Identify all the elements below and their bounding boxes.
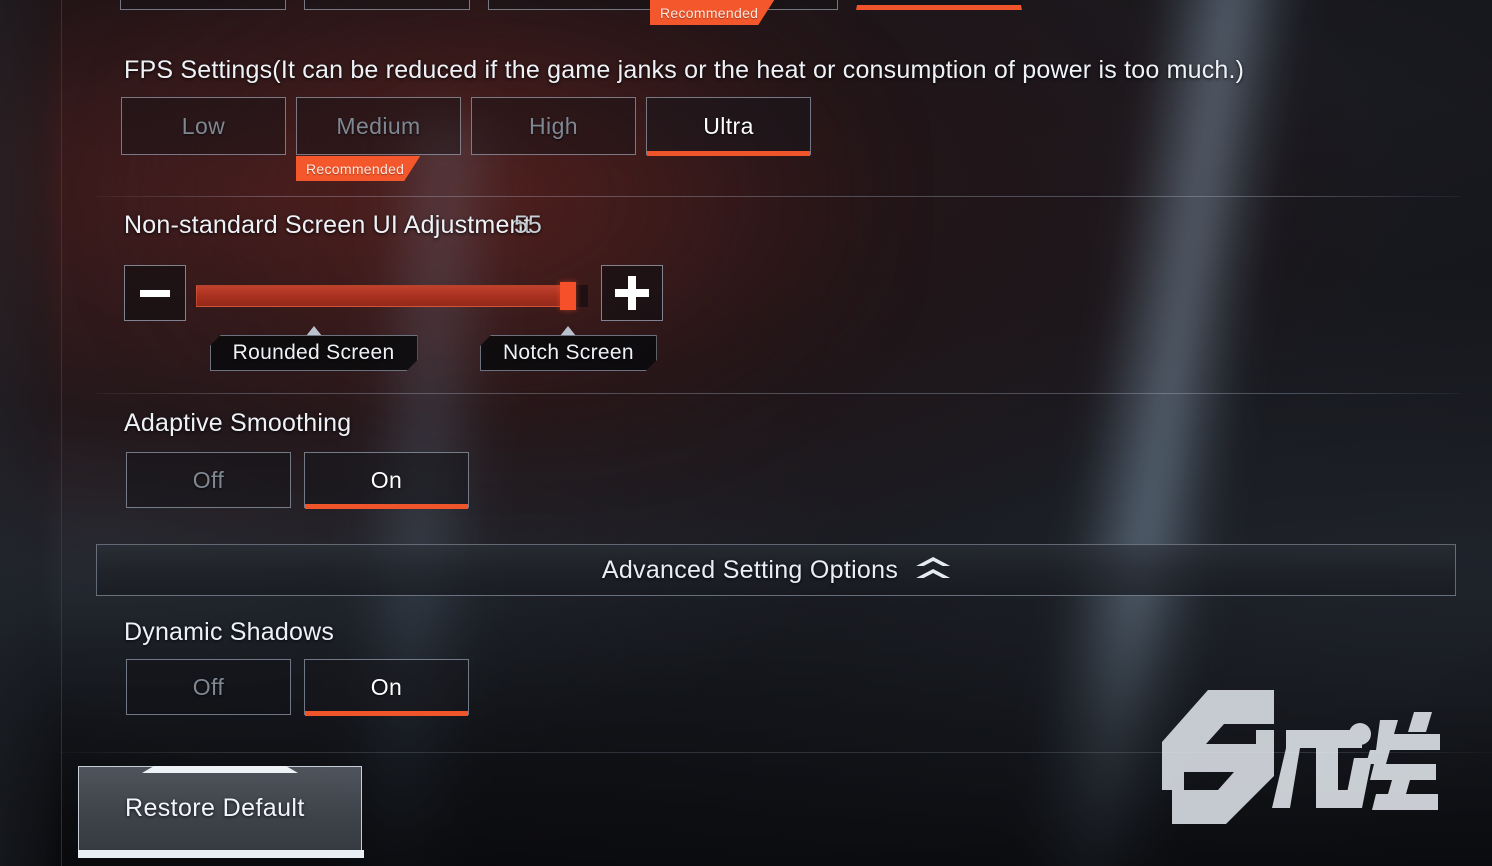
fps-option-medium[interactable]: Medium xyxy=(296,97,461,155)
restore-default-underline xyxy=(78,850,364,858)
divider-after-fps xyxy=(96,196,1460,197)
marker-label-notch-screen: Notch Screen xyxy=(480,335,657,371)
settings-content: Recommended FPS Settings(It can be reduc… xyxy=(0,0,1492,866)
marker-pointer-icon xyxy=(560,326,577,336)
top-cutoff-button-1[interactable] xyxy=(120,0,286,10)
top-cutoff-button-3[interactable] xyxy=(488,0,654,10)
divider-after-ui-adjustment xyxy=(96,393,1460,394)
slider-marker-rounded-screen[interactable]: Rounded Screen xyxy=(210,326,418,371)
plus-icon xyxy=(615,276,649,310)
slider-marker-notch-screen[interactable]: Notch Screen xyxy=(480,326,657,371)
jiuyou-watermark xyxy=(1148,672,1464,832)
fps-medium-recommended-tag: Recommended xyxy=(296,156,420,181)
top-recommended-tag: Recommended xyxy=(650,0,774,25)
ui-adjustment-value: 55 xyxy=(514,211,542,239)
top-cutoff-button-5-selected[interactable] xyxy=(856,0,1022,10)
restore-default-notch-accent xyxy=(142,766,298,773)
dynamic-shadows-title: Dynamic Shadows xyxy=(124,618,335,646)
minus-icon xyxy=(140,289,170,297)
adaptive-smoothing-options: Off On xyxy=(126,452,469,509)
ui-adjustment-slider-thumb[interactable] xyxy=(560,282,577,310)
dynamic-shadows-off[interactable]: Off xyxy=(126,659,291,715)
fps-settings-options: Low Medium Recommended High Ultra xyxy=(121,97,811,155)
advanced-setting-options-label: Advanced Setting Options xyxy=(601,555,899,584)
fps-settings-title: FPS Settings(It can be reduced if the ga… xyxy=(124,56,1245,84)
top-cutoff-option-row xyxy=(120,0,1022,10)
ui-adjustment-title: Non-standard Screen UI Adjustment xyxy=(124,211,531,239)
marker-pointer-icon xyxy=(305,326,322,336)
ui-adjustment-slider-track[interactable] xyxy=(196,282,588,310)
adaptive-smoothing-on[interactable]: On xyxy=(304,452,469,509)
marker-label-rounded-screen: Rounded Screen xyxy=(210,335,418,371)
settings-screen: Recommended FPS Settings(It can be reduc… xyxy=(0,0,1492,866)
double-chevron-up-icon xyxy=(916,557,951,583)
restore-default-label: Restore Default xyxy=(125,794,305,822)
adaptive-smoothing-off[interactable]: Off xyxy=(126,452,291,508)
ui-adjustment-increase-button[interactable] xyxy=(601,265,663,321)
fps-option-high[interactable]: High xyxy=(471,97,636,155)
ui-adjustment-slider-fill xyxy=(196,285,569,307)
dynamic-shadows-on[interactable]: On xyxy=(304,659,469,716)
advanced-setting-options-bar[interactable]: Advanced Setting Options xyxy=(96,544,1456,596)
ui-adjustment-decrease-button[interactable] xyxy=(124,265,186,321)
top-cutoff-button-2[interactable] xyxy=(304,0,470,10)
fps-option-ultra[interactable]: Ultra xyxy=(646,97,811,156)
fps-option-low[interactable]: Low xyxy=(121,97,286,155)
dynamic-shadows-options: Off On xyxy=(126,659,469,716)
ui-adjustment-markers: Rounded Screen Notch Screen xyxy=(124,326,744,373)
adaptive-smoothing-title: Adaptive Smoothing xyxy=(124,409,352,437)
restore-default-button[interactable]: Restore Default xyxy=(78,766,364,858)
